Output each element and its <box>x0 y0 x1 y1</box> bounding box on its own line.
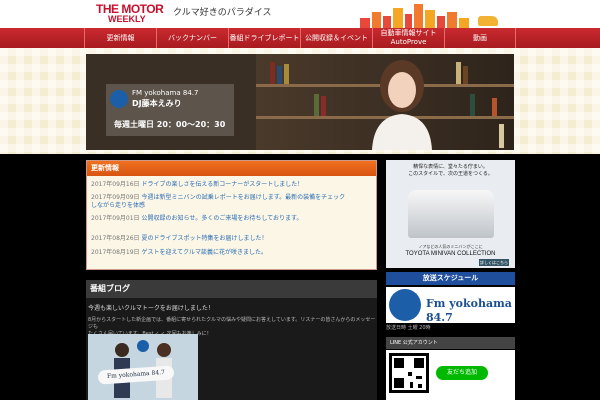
nav-item-autoprove-sublabel: AutoProve <box>390 38 427 46</box>
blog-photo[interactable]: Fm yokohama 84.7 <box>88 334 198 400</box>
news-item[interactable]: 2017年08月26日 夏のドライブスポット特集をお届けしました！ <box>91 235 371 243</box>
news-text: 今週は新型ミニバンの試乗レポートをお届けします。最新の装備をチェック <box>141 194 346 201</box>
news-heading: 更新情報 <box>87 161 376 176</box>
station-wave-icon <box>389 289 421 321</box>
news-item[interactable]: 2017年09月09日 今週は新型ミニバンの試乗レポートをお届けします。最新の装… <box>91 194 371 210</box>
hero-banner: FM yokohama 84.7 DJ藤本えみり 毎週土曜日 20：00〜20：… <box>86 54 514 150</box>
line-panel: 友だち追加 <box>386 350 515 400</box>
ad-copy-line1: 精悍な表情に、堂々たる佇まい。 <box>413 164 488 170</box>
news-date: 2017年09月09日 <box>91 194 140 201</box>
schedule-heading[interactable]: 放送スケジュール <box>386 272 515 285</box>
news-item[interactable]: 2017年09月16日 ドライブの楽しさを伝える新コーナーがスタートしました！ <box>91 181 371 189</box>
broadcast-time: 毎週土曜日 20：00〜20：30 <box>114 120 226 129</box>
dj-portrait <box>372 60 432 150</box>
line-add-friend-button[interactable]: 友だち追加 <box>436 366 488 380</box>
blog-post-title[interactable]: 今週も楽しいクルマトークをお届けしました！ <box>88 305 214 313</box>
fm-banner-text: Fm yokohama 84.7 <box>426 297 512 324</box>
site-logo[interactable]: THE MOTOR WEEKLY <box>96 3 166 25</box>
news-item[interactable]: 2017年08月19日 ゲストを迎えてクルマ談義に花が咲きました。 <box>91 249 371 257</box>
minivan-image <box>408 190 494 238</box>
news-date: 2017年08月26日 <box>91 235 140 242</box>
station-name: FM yokohama 84.7 <box>132 89 199 97</box>
station-logo-icon <box>110 90 128 108</box>
schedule-note: 放送日時 土曜 20時 <box>386 325 431 331</box>
blog-heading: 番組ブログ <box>86 280 377 298</box>
qr-code-icon <box>389 353 429 393</box>
dj-name: DJ藤本えみり <box>132 99 182 108</box>
nav-item-drive-report[interactable]: 番組ドライブレポート <box>228 28 300 48</box>
nav-item-updates[interactable]: 更新情報 <box>84 28 156 48</box>
news-text: 公開収録のお知らせ。多くのご来場をお待ちしております。 <box>141 215 303 222</box>
ad-detail-button[interactable]: 詳しくはこちら <box>479 259 509 266</box>
dj-info-panel: FM yokohama 84.7 DJ藤本えみり 毎週土曜日 20：00〜20：… <box>106 84 234 136</box>
news-text: 夏のドライブスポット特集をお届けしました！ <box>141 235 268 242</box>
ad-banner[interactable]: 精悍な表情に、堂々たる佇まい。 このスタイルで、次の王道をつくる。 ノアなどの人… <box>386 160 515 268</box>
ad-copy-line2: このスタイルで、次の王道をつくる。 <box>408 171 493 177</box>
logo-line2: WEEKLY <box>108 14 146 24</box>
news-date: 2017年09月16日 <box>91 181 140 188</box>
line-heading: LINE 公式アカウント <box>386 337 515 349</box>
news-text: ドライブの楽しさを伝える新コーナーがスタートしました！ <box>141 181 304 188</box>
site-header: THE MOTOR WEEKLY クルマ好きのパラダイス <box>0 0 600 28</box>
news-date: 2017年08月19日 <box>91 249 140 256</box>
nav-item-autoprove-label: 自動車情報サイト <box>380 29 437 37</box>
main-nav: 更新情報 バックナンバー 番組ドライブレポート 公開収録＆イベント 自動車情報サ… <box>0 28 600 48</box>
car-icon <box>478 16 498 26</box>
nav-item-events[interactable]: 公開収録＆イベント <box>300 28 372 48</box>
news-date: 2017年09月01日 <box>91 215 140 222</box>
nav-item-video[interactable]: 動画 <box>444 28 516 48</box>
fm-yokohama-banner[interactable]: Fm yokohama 84.7 <box>386 287 515 324</box>
ad-brand: TOYOTA MINIVAN COLLECTION <box>405 251 496 257</box>
news-panel: 更新情報 2017年09月16日 ドライブの楽しさを伝える新コーナーがスタートし… <box>86 160 377 270</box>
site-tagline: クルマ好きのパラダイス <box>173 8 272 18</box>
news-text-cont: しながら走りを体感 <box>91 202 146 209</box>
ad-copy: 精悍な表情に、堂々たる佇まい。 このスタイルで、次の王道をつくる。 <box>386 164 515 178</box>
blog-post-body-line1: 8月からスタートした新企画では、番組に寄せられたクルマの悩みや疑問にお答えしてい… <box>88 317 376 330</box>
blog-panel: 番組ブログ 今週も楽しいクルマトークをお届けしました！ 8月からスタートした新企… <box>86 280 377 400</box>
news-item[interactable]: 2017年09月01日 公開収録のお知らせ。多くのご来場をお待ちしております。 <box>91 215 371 223</box>
nav-item-backnumber[interactable]: バックナンバー <box>156 28 228 48</box>
ad-note: ノアなどの人気のミニバンがここに <box>418 244 483 249</box>
nav-item-autoprove[interactable]: 自動車情報サイト AutoProve <box>372 28 444 48</box>
news-text: ゲストを迎えてクルマ談義に花が咲きました。 <box>141 249 267 256</box>
